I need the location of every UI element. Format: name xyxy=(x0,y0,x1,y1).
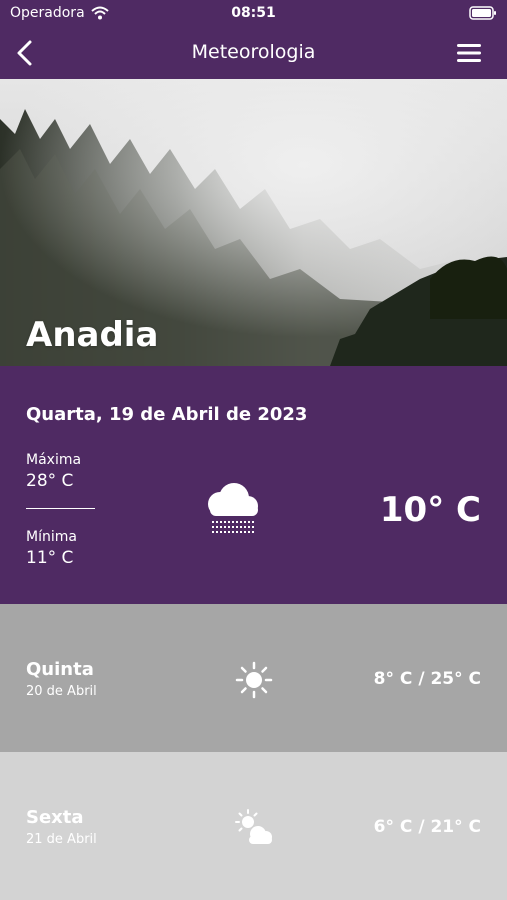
min-label: Mínima xyxy=(26,529,77,545)
city-name: Anadia xyxy=(26,315,159,355)
battery-icon xyxy=(469,6,496,20)
max-temperature: 28° C xyxy=(26,471,74,491)
forecast-temperature-range: 8° C / 25° C xyxy=(373,669,481,689)
forecast-date: 20 de Abril xyxy=(26,684,97,699)
page-title: Meteorologia xyxy=(191,41,316,63)
temperature-divider xyxy=(26,508,95,509)
fog-cloud-icon xyxy=(208,483,258,533)
city-hero-image: Anadia xyxy=(0,79,507,366)
hamburger-menu-icon[interactable] xyxy=(457,42,481,64)
forecast-temperature-range: 6° C / 21° C xyxy=(373,817,481,837)
partly-cloudy-icon xyxy=(235,809,272,844)
today-weather-panel: Quarta, 19 de Abril de 2023 Máxima 28° C… xyxy=(0,366,507,604)
forecast-row[interactable]: Sexta 21 de Abril 6° C / 21° C xyxy=(0,752,507,900)
navigation-bar: Meteorologia xyxy=(0,28,507,79)
forecast-date: 21 de Abril xyxy=(26,832,97,847)
today-date: Quarta, 19 de Abril de 2023 xyxy=(26,404,308,425)
status-bar: Operadora 08:51 xyxy=(0,0,507,28)
forecast-day: Quinta xyxy=(26,659,94,680)
status-time: 08:51 xyxy=(231,5,276,21)
sun-icon xyxy=(235,661,273,699)
forecast-day: Sexta xyxy=(26,807,84,828)
forecast-row[interactable]: Quinta 20 de Abril 8° C / 25° C xyxy=(0,604,507,752)
current-temperature: 10° C xyxy=(379,490,481,530)
min-temperature: 11° C xyxy=(26,548,74,568)
max-label: Máxima xyxy=(26,452,82,468)
